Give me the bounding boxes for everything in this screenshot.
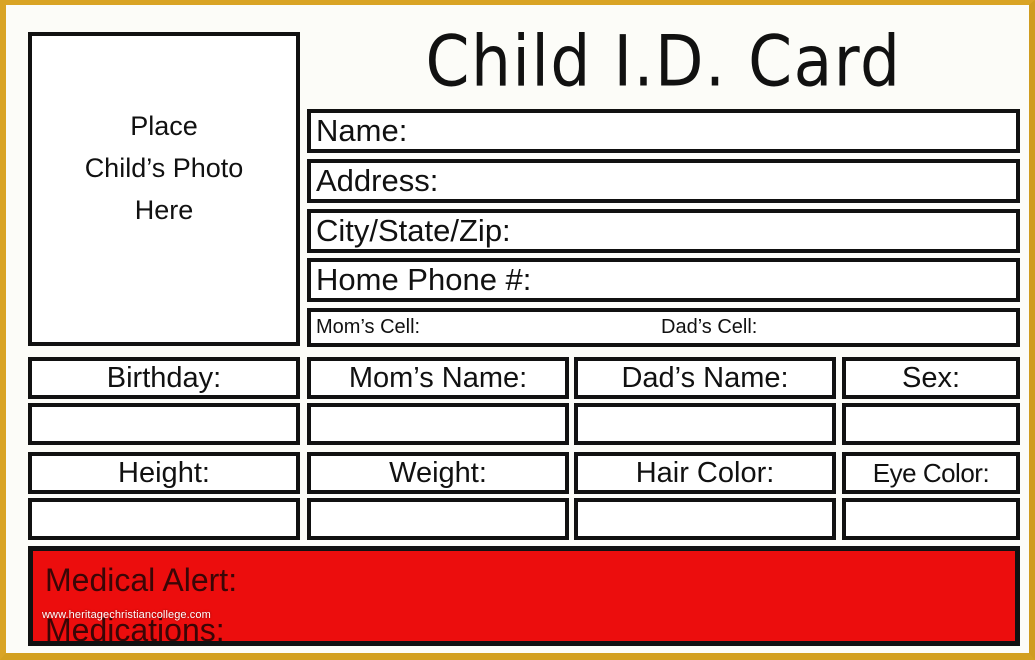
hair-color-label: Hair Color: — [635, 457, 775, 489]
medical-alert-panel[interactable]: Medical Alert: Medications: — [28, 546, 1020, 646]
site-watermark: www.heritagechristiancollege.com — [42, 609, 211, 621]
photo-placeholder-text: Place Child’s Photo Here — [28, 105, 300, 231]
photo-line-3: Here — [134, 195, 194, 225]
name-field[interactable] — [307, 109, 1020, 153]
dads-name-label: Dad’s Name: — [621, 362, 789, 394]
moms-name-label: Mom’s Name: — [348, 362, 528, 394]
address-label: Address: — [316, 163, 439, 198]
dads-cell-label: Dad’s Cell: — [661, 316, 758, 338]
moms-cell-label: Mom’s Cell: — [316, 316, 421, 338]
city-state-zip-label: City/State/Zip: — [316, 213, 511, 248]
dads-name-input[interactable] — [574, 403, 836, 445]
eye-color-input[interactable] — [842, 498, 1020, 540]
medical-alert-label: Medical Alert: — [45, 562, 238, 598]
sex-input[interactable] — [842, 403, 1020, 445]
weight-label: Weight: — [389, 457, 487, 489]
height-input[interactable] — [28, 498, 300, 540]
moms-name-input[interactable] — [307, 403, 569, 445]
eye-color-label: Eye Color: — [872, 458, 990, 488]
height-label: Height: — [118, 457, 210, 489]
birthday-label: Birthday: — [106, 362, 222, 394]
page-title: Child I.D. Card — [425, 20, 902, 103]
card-paper: Child I.D. Card Place Child’s Photo Here… — [6, 5, 1029, 653]
name-label: Name: — [316, 113, 408, 148]
hair-color-input[interactable] — [574, 498, 836, 540]
photo-line-1: Place — [130, 111, 198, 141]
weight-input[interactable] — [307, 498, 569, 540]
photo-line-2: Child’s Photo — [84, 153, 244, 183]
birthday-input[interactable] — [28, 403, 300, 445]
medical-alert-labels: Medical Alert: Medications: — [45, 555, 238, 641]
home-phone-label: Home Phone #: — [316, 262, 532, 297]
sex-label: Sex: — [901, 362, 961, 394]
child-id-card-page: Child I.D. Card Place Child’s Photo Here… — [0, 0, 1035, 660]
